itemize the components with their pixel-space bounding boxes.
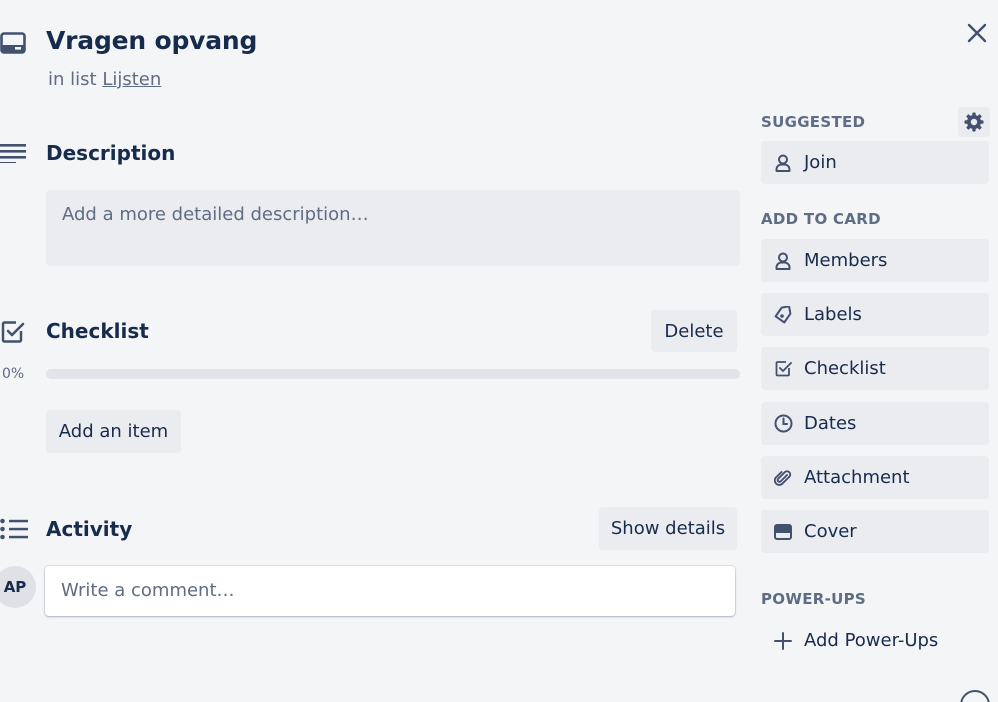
cover-button[interactable]: Cover [761, 510, 989, 553]
in-list-prefix: in list [48, 69, 97, 90]
close-icon [967, 23, 987, 43]
close-button[interactable] [960, 16, 994, 50]
suggested-heading: SUGGESTED [761, 113, 866, 131]
plus-icon [773, 631, 793, 650]
labels-label: Labels [804, 304, 862, 325]
show-details-button[interactable]: Show details [599, 507, 737, 550]
powerups-heading: POWER-UPS [761, 590, 866, 608]
add-powerups-button[interactable]: Add Power-Ups [761, 619, 989, 662]
add-to-card-heading: ADD TO CARD [761, 210, 881, 228]
activity-title: Activity [46, 517, 133, 541]
add-powerups-label: Add Power-Ups [804, 630, 939, 651]
avatar[interactable]: AP [0, 566, 36, 608]
checklist-title[interactable]: Checklist [46, 319, 149, 343]
attachment-button[interactable]: Attachment [761, 456, 989, 499]
activity-icon [0, 518, 28, 540]
paperclip-icon [773, 469, 793, 487]
checklist-button[interactable]: Checklist [761, 347, 989, 390]
person-icon [773, 154, 793, 172]
add-checklist-item-button[interactable]: Add an item [46, 410, 181, 453]
clock-icon [773, 414, 793, 433]
checklist-icon [773, 360, 793, 377]
gear-icon [964, 112, 984, 132]
description-title: Description [46, 141, 176, 165]
person-icon [773, 252, 793, 270]
join-button[interactable]: Join [761, 141, 989, 184]
cover-label: Cover [804, 521, 857, 542]
attachment-label: Attachment [804, 467, 910, 488]
help-icon[interactable] [960, 690, 990, 702]
suggested-settings-button[interactable] [958, 107, 990, 137]
join-label: Join [804, 152, 837, 173]
list-name-link[interactable]: Lijsten [102, 69, 161, 90]
tag-icon [773, 305, 793, 324]
delete-checklist-button[interactable]: Delete [651, 310, 737, 352]
card-icon [0, 32, 26, 54]
members-button[interactable]: Members [761, 239, 989, 282]
checklist-section-icon [1, 320, 25, 344]
dates-label: Dates [804, 413, 857, 434]
description-icon [0, 143, 26, 163]
labels-button[interactable]: Labels [761, 293, 989, 336]
description-input[interactable]: Add a more detailed description… [46, 190, 740, 266]
cover-icon [773, 523, 793, 540]
card-list-info: in list Lijsten [48, 69, 161, 90]
checklist-progress-percent: 0% [2, 366, 25, 382]
checklist-label: Checklist [804, 358, 886, 379]
dates-button[interactable]: Dates [761, 402, 989, 445]
checklist-progress-bar [46, 369, 740, 379]
comment-input[interactable]: Write a comment… [45, 566, 735, 616]
members-label: Members [804, 250, 888, 271]
card-title[interactable]: Vragen opvang [46, 26, 257, 55]
